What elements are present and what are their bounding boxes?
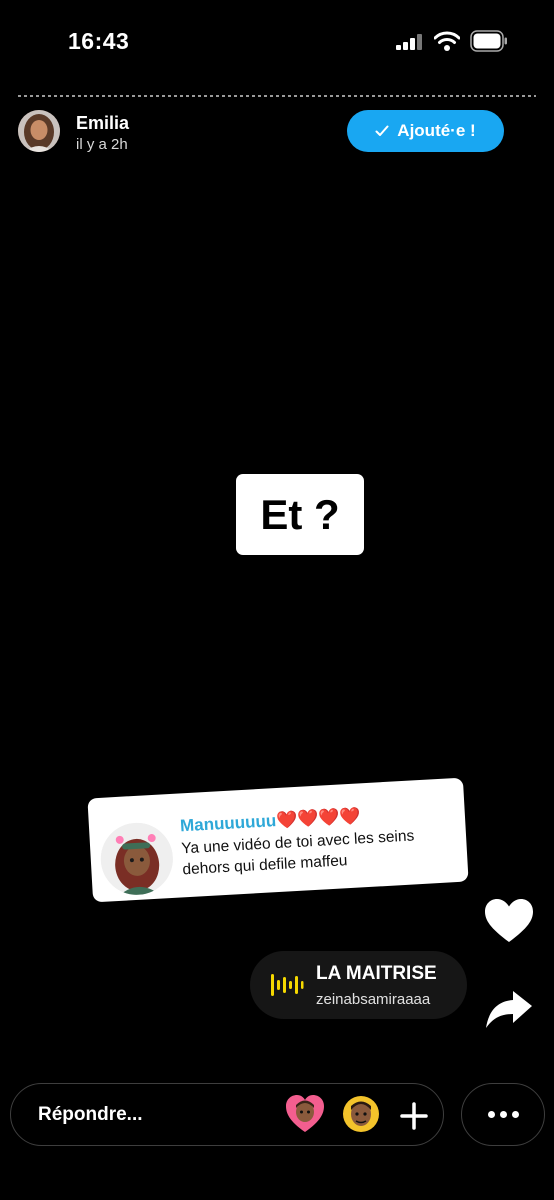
reply-placeholder: Répondre... — [38, 1104, 143, 1125]
status-time: 16:43 — [68, 28, 130, 54]
avatar[interactable] — [18, 110, 60, 152]
more-dot-icon — [511, 1111, 519, 1118]
heart-icon[interactable] — [484, 898, 534, 944]
wifi-icon — [434, 31, 460, 51]
plus-icon[interactable] — [400, 1102, 428, 1130]
comment-avatar — [98, 820, 175, 897]
comment-reply-card[interactable]: Manuuuuuu❤️❤️❤️❤️ Ya une vidéo de toi av… — [87, 777, 469, 903]
music-title: LA MAITRISE — [316, 963, 437, 984]
more-dot-icon — [487, 1111, 495, 1118]
story-text-sticker: Et ? — [236, 474, 364, 555]
checkmark-icon — [375, 125, 389, 136]
story-progress-bar — [18, 95, 536, 97]
more-dot-icon — [499, 1111, 507, 1118]
cellular-signal-icon — [396, 34, 422, 50]
story-timestamp: il y a 2h — [76, 136, 128, 153]
added-button-label: Ajouté·e ! — [397, 121, 476, 140]
bitmoji-avatar-icon — [98, 820, 175, 897]
comment-author-hearts: ❤️❤️❤️❤️ — [275, 806, 362, 831]
added-friend-button[interactable]: Ajouté·e ! — [347, 110, 504, 152]
more-options-button[interactable] — [461, 1083, 545, 1146]
bitmoji-heart-icon[interactable] — [285, 1094, 325, 1134]
bitmoji-sticker-icon[interactable] — [341, 1094, 381, 1134]
reply-input[interactable]: Répondre... — [10, 1083, 444, 1146]
username[interactable]: Emilia — [76, 113, 129, 134]
user-avatar-icon — [18, 110, 60, 152]
music-waveform-icon — [271, 974, 304, 996]
music-sticker[interactable]: LA MAITRISE zeinabsamiraaaa — [250, 951, 467, 1019]
comment-author-name: Manuuuuuu — [179, 811, 277, 836]
music-artist: zeinabsamiraaaa — [316, 991, 431, 1008]
share-arrow-icon[interactable] — [485, 990, 533, 1030]
battery-icon — [470, 30, 507, 52]
